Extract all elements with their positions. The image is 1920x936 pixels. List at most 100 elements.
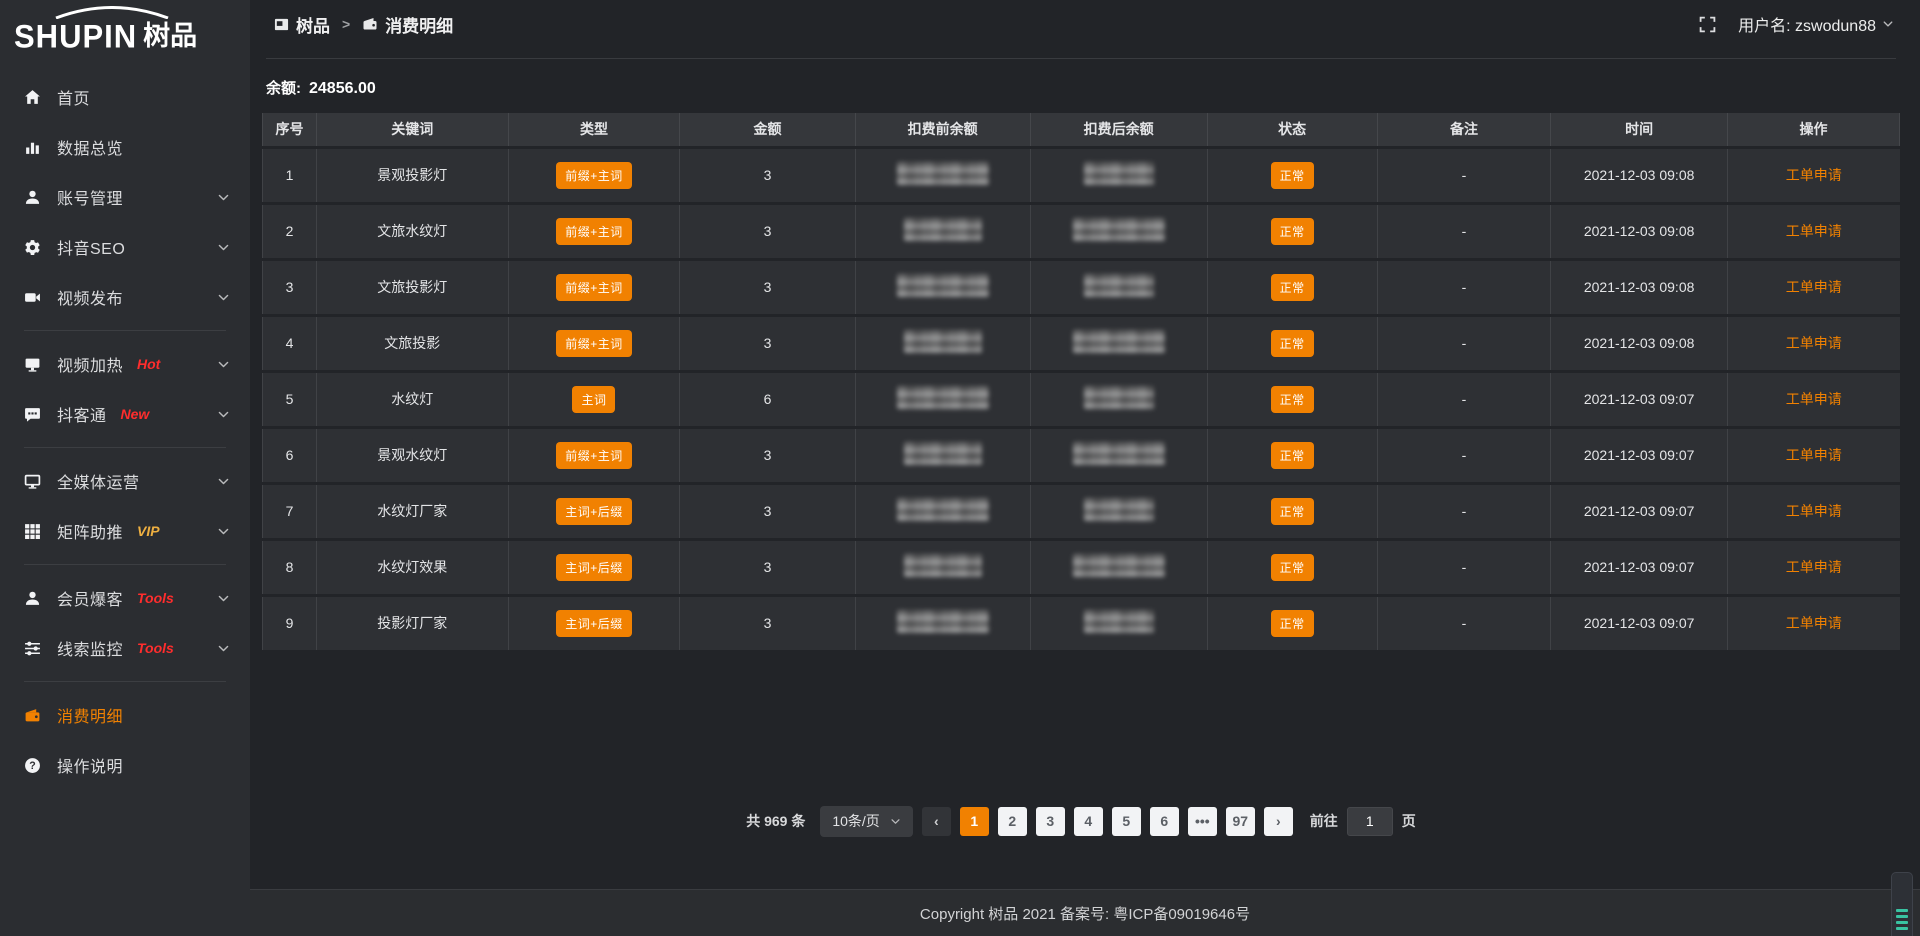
main-area: 树品 > 消费明细 用户名: zswodun88 <box>250 0 1920 936</box>
sidebar-menu: 首页 数据总览 账号管理 <box>0 72 250 790</box>
table-column-header: 类型 <box>508 113 680 147</box>
status-badge: 正常 <box>1271 162 1314 189</box>
table-row: 4 文旅投影 前缀+主词 3 正常 - 2021-12-03 09:08 工单申… <box>263 315 1900 371</box>
sidebar-item-omni-media[interactable]: 全媒体运营 <box>0 456 250 506</box>
redacted-value <box>1084 386 1154 409</box>
page-button[interactable]: ••• <box>1188 807 1217 836</box>
table-column-header: 关键词 <box>317 113 509 147</box>
work-order-link[interactable]: 工单申请 <box>1786 223 1842 239</box>
sidebar-item-member-baoke[interactable]: 会员爆客 Tools <box>0 573 250 623</box>
cell-balance-before <box>855 427 1030 483</box>
work-order-link[interactable]: 工单申请 <box>1786 335 1842 351</box>
cell-balance-after <box>1030 371 1207 427</box>
cell-balance-before <box>855 371 1030 427</box>
cell-index: 6 <box>263 427 317 483</box>
cell-balance-before <box>855 147 1030 203</box>
sidebar-item-data-overview[interactable]: 数据总览 <box>0 122 250 172</box>
work-order-link[interactable]: 工单申请 <box>1786 559 1842 575</box>
redacted-value <box>897 386 989 409</box>
wallet-icon <box>362 16 378 32</box>
page-button[interactable]: 3 <box>1036 807 1065 836</box>
widget-bar <box>1896 909 1908 912</box>
chat-icon <box>23 405 41 423</box>
work-order-link[interactable]: 工单申请 <box>1786 167 1842 183</box>
monitor-icon <box>23 355 41 373</box>
breadcrumb-current[interactable]: 消费明细 <box>362 12 453 37</box>
cell-status: 正常 <box>1207 371 1377 427</box>
status-badge: 正常 <box>1271 610 1314 637</box>
breadcrumb: 树品 > 消费明细 <box>274 12 453 37</box>
sidebar-item-home[interactable]: 首页 <box>0 72 250 122</box>
page-jump-input[interactable] <box>1347 807 1393 836</box>
status-badge: 正常 <box>1271 218 1314 245</box>
type-badge: 前缀+主词 <box>556 218 632 245</box>
menu-item-tag: Hot <box>137 356 160 372</box>
breadcrumb-separator: > <box>342 16 350 32</box>
sidebar-divider <box>24 330 226 331</box>
cell-balance-after <box>1030 539 1207 595</box>
work-order-link[interactable]: 工单申请 <box>1786 615 1842 631</box>
cell-status: 正常 <box>1207 315 1377 371</box>
chevron-down-icon <box>217 525 230 538</box>
chevron-down-icon <box>217 241 230 254</box>
sidebar-item-instructions[interactable]: ? 操作说明 <box>0 740 250 790</box>
cell-status: 正常 <box>1207 427 1377 483</box>
widget-bar <box>1896 927 1908 930</box>
page-button[interactable]: 4 <box>1074 807 1103 836</box>
work-order-link[interactable]: 工单申请 <box>1786 391 1842 407</box>
cell-keyword: 水纹灯 <box>317 371 509 427</box>
floating-widget[interactable] <box>1891 872 1913 936</box>
copyright-text: Copyright 树品 2021 备案号: 粤ICP备09019646号 <box>920 903 1250 924</box>
redacted-value <box>1073 442 1165 465</box>
cell-action: 工单申请 <box>1728 427 1900 483</box>
cell-index: 7 <box>263 483 317 539</box>
topbar: 树品 > 消费明细 用户名: zswodun88 <box>250 0 1920 48</box>
cell-time: 2021-12-03 09:07 <box>1551 483 1728 539</box>
cell-remark: - <box>1377 371 1551 427</box>
work-order-link[interactable]: 工单申请 <box>1786 447 1842 463</box>
table-row: 5 水纹灯 主词 6 正常 - 2021-12-03 09:07 工单申请 <box>263 371 1900 427</box>
sidebar-item-consumption-detail[interactable]: 消费明细 <box>0 690 250 740</box>
page-button[interactable]: 97 <box>1226 807 1255 836</box>
menu-item-tag: New <box>121 406 150 422</box>
page-size-select[interactable]: 10条/页 <box>820 806 912 837</box>
sidebar-item-video-heating[interactable]: 视频加热 Hot <box>0 339 250 389</box>
breadcrumb-home[interactable]: 树品 <box>274 12 330 37</box>
sidebar-item-video-publish[interactable]: 视频发布 <box>0 272 250 322</box>
cell-remark: - <box>1377 315 1551 371</box>
type-badge: 前缀+主词 <box>556 442 632 469</box>
work-order-link[interactable]: 工单申请 <box>1786 503 1842 519</box>
cell-status: 正常 <box>1207 539 1377 595</box>
work-order-link[interactable]: 工单申请 <box>1786 279 1842 295</box>
page-button[interactable]: 5 <box>1112 807 1141 836</box>
prev-page-button[interactable]: ‹ <box>922 807 951 836</box>
table-column-header: 金额 <box>680 113 855 147</box>
cell-time: 2021-12-03 09:07 <box>1551 371 1728 427</box>
table-row: 8 水纹灯效果 主词+后缀 3 正常 - 2021-12-03 09:07 工单… <box>263 539 1900 595</box>
consumption-table: 序号 关键词 类型 金额 扣费前余额 扣费后余额 状态 <box>262 113 1900 653</box>
sidebar-item-lead-monitor[interactable]: 线索监控 Tools <box>0 623 250 673</box>
cell-balance-after <box>1030 427 1207 483</box>
sidebar-item-douyin-seo[interactable]: 抖音SEO <box>0 222 250 272</box>
table-column-header: 扣费后余额 <box>1030 113 1207 147</box>
logo: SHUPIN树品 <box>0 4 250 58</box>
chevron-down-icon <box>1882 18 1894 30</box>
cell-time: 2021-12-03 09:07 <box>1551 427 1728 483</box>
sidebar-item-douketong[interactable]: 抖客通 New <box>0 389 250 439</box>
page-button[interactable]: 6 <box>1150 807 1179 836</box>
cell-type: 主词 <box>508 371 680 427</box>
next-page-button[interactable]: › <box>1264 807 1293 836</box>
redacted-value <box>897 498 989 521</box>
cell-balance-before <box>855 259 1030 315</box>
cell-status: 正常 <box>1207 483 1377 539</box>
page-button[interactable]: 1 <box>960 807 989 836</box>
sidebar-item-matrix-boost[interactable]: 矩阵助推 VIP <box>0 506 250 556</box>
sidebar-item-account-management[interactable]: 账号管理 <box>0 172 250 222</box>
table-row: 1 景观投影灯 前缀+主词 3 正常 - 2021-12-03 09:08 工单… <box>263 147 1900 203</box>
page-button[interactable]: 2 <box>998 807 1027 836</box>
fullscreen-icon[interactable] <box>1699 16 1716 33</box>
table-column-header: 时间 <box>1551 113 1728 147</box>
cell-action: 工单申请 <box>1728 315 1900 371</box>
cell-amount: 3 <box>680 147 855 203</box>
user-dropdown[interactable]: 用户名: zswodun88 <box>1738 12 1894 36</box>
